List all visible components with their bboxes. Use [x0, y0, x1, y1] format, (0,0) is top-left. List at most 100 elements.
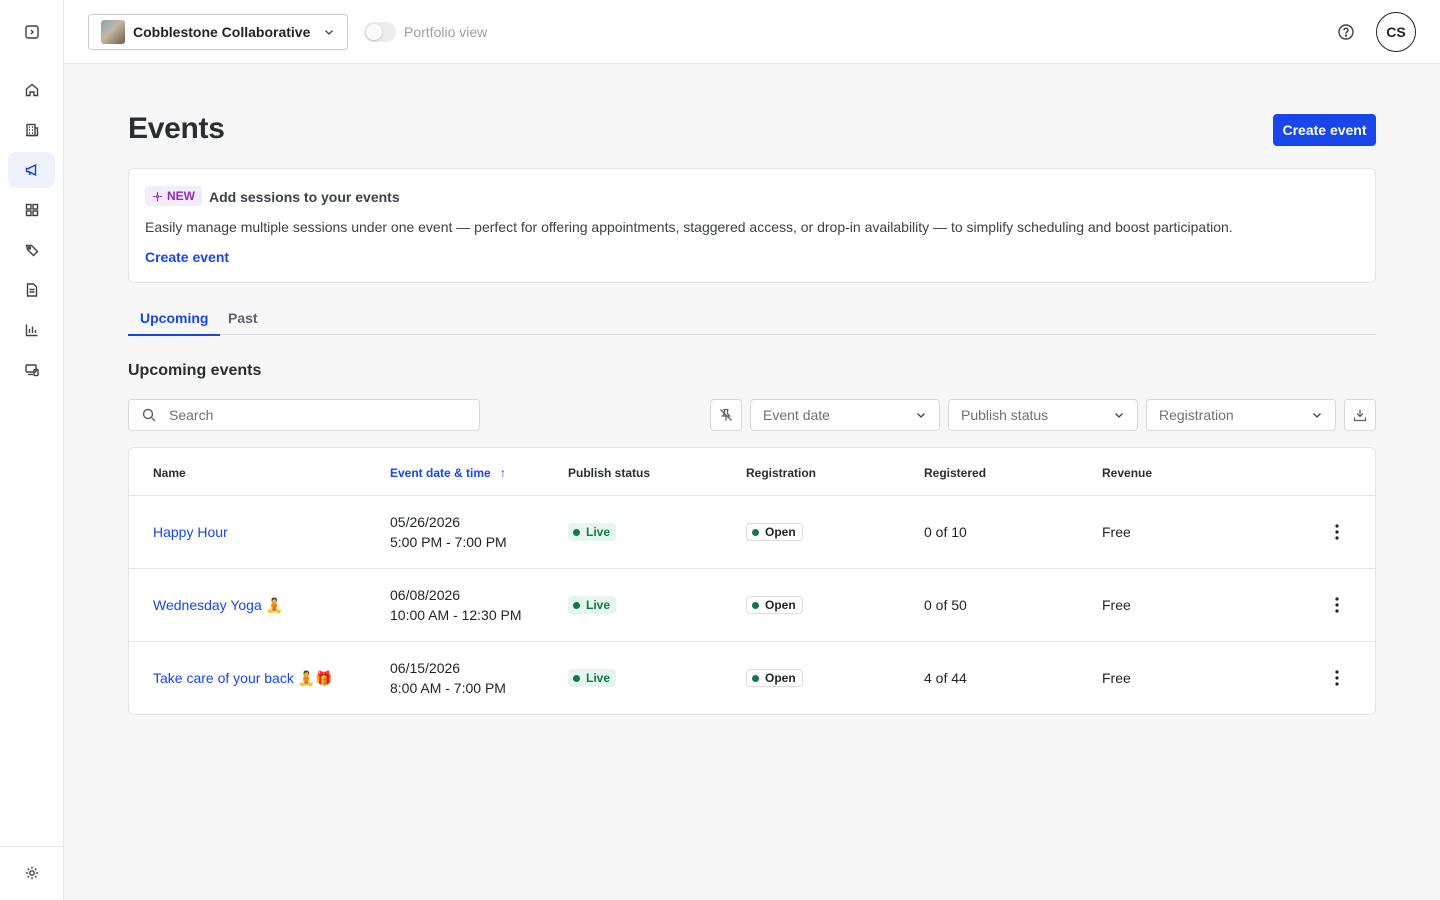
registration-status-label: Open — [765, 671, 796, 685]
column-header-registered[interactable]: Registered — [924, 466, 986, 480]
bar-chart-icon[interactable] — [8, 312, 55, 348]
search-icon — [142, 408, 156, 422]
megaphone-icon[interactable] — [8, 152, 55, 188]
search-field — [128, 399, 480, 431]
page-title: Events — [128, 112, 225, 145]
publish-status-label: Live — [586, 671, 611, 685]
pin-off-icon — [720, 408, 732, 421]
portfolio-view-label: Portfolio view — [404, 24, 488, 40]
column-header-event-date[interactable]: Event date & time ↑ — [390, 466, 506, 480]
publish-status-filter[interactable]: Publish status — [948, 399, 1138, 431]
event-date-filter-label: Event date — [763, 407, 830, 423]
event-date: 06/08/2026 — [390, 587, 461, 603]
property-selector[interactable]: Cobblestone Collaborative — [88, 14, 348, 50]
event-name-link[interactable]: Wednesday Yoga 🧘 — [153, 597, 283, 614]
event-date: 06/15/2026 — [390, 660, 461, 676]
banner-create-event-link[interactable]: Create event — [145, 249, 229, 265]
download-button[interactable] — [1344, 399, 1376, 431]
more-options-icon[interactable] — [1327, 522, 1347, 542]
publish-status-badge: Live — [568, 596, 617, 614]
column-header-registration[interactable]: Registration — [746, 466, 816, 480]
building-icon[interactable] — [8, 112, 55, 148]
event-datetime: 06/08/2026 10:00 AM - 12:30 PM — [390, 585, 522, 625]
chevron-down-icon — [325, 30, 333, 35]
home-icon[interactable] — [8, 72, 55, 108]
event-datetime: 06/15/2026 8:00 AM - 7:00 PM — [390, 658, 506, 698]
sidebar — [0, 0, 64, 900]
gear-icon[interactable] — [8, 855, 55, 891]
registration-status-badge: Open — [746, 669, 803, 687]
tags-icon[interactable] — [8, 232, 55, 268]
registration-status-badge: Open — [746, 523, 803, 541]
devices-icon[interactable] — [8, 352, 55, 388]
search-input[interactable] — [169, 407, 449, 423]
column-header-revenue[interactable]: Revenue — [1102, 466, 1152, 480]
publish-status-label: Live — [586, 525, 611, 539]
apps-grid-icon[interactable] — [8, 192, 55, 228]
event-tabs: Upcoming Past — [127, 300, 1376, 336]
portfolio-view-toggle[interactable] — [364, 22, 396, 42]
banner-title: Add sessions to your events — [209, 189, 400, 205]
property-name: Cobblestone Collaborative — [133, 24, 311, 40]
table-row[interactable]: Happy Hour 05/26/2026 5:00 PM - 7:00 PM … — [129, 495, 1375, 568]
unpin-filter-button[interactable] — [710, 399, 742, 431]
chevron-down-icon — [1115, 413, 1123, 418]
column-header-publish-status[interactable]: Publish status — [568, 466, 650, 480]
sessions-banner: NEW Add sessions to your events Easily m… — [128, 168, 1376, 283]
tab-upcoming[interactable]: Upcoming — [127, 310, 221, 336]
new-badge: NEW — [145, 186, 202, 206]
publish-status-label: Live — [586, 598, 611, 612]
column-header-event-date-label: Event date & time — [390, 466, 491, 480]
event-date: 05/26/2026 — [390, 514, 461, 530]
create-event-button[interactable]: Create event — [1273, 114, 1376, 146]
table-row[interactable]: Take care of your back 🧘🎁 06/15/2026 8:0… — [129, 641, 1375, 714]
event-name-link[interactable]: Take care of your back 🧘🎁 — [153, 670, 333, 687]
event-name-link[interactable]: Happy Hour — [153, 524, 228, 540]
event-time: 8:00 AM - 7:00 PM — [390, 680, 506, 696]
table-row[interactable]: Wednesday Yoga 🧘 06/08/2026 10:00 AM - 1… — [129, 568, 1375, 641]
help-icon[interactable] — [1336, 22, 1356, 42]
sidebar-divider — [0, 846, 64, 847]
property-thumbnail — [101, 20, 125, 44]
document-icon[interactable] — [8, 272, 55, 308]
event-time: 10:00 AM - 12:30 PM — [390, 607, 522, 623]
registered-count: 4 of 44 — [924, 670, 967, 686]
revenue-value: Free — [1102, 597, 1131, 613]
revenue-value: Free — [1102, 524, 1131, 540]
banner-text: Easily manage multiple sessions under on… — [145, 219, 1233, 235]
registered-count: 0 of 50 — [924, 597, 967, 613]
section-title: Upcoming events — [128, 362, 262, 379]
tab-past[interactable]: Past — [228, 310, 258, 335]
chevron-down-icon — [917, 413, 925, 418]
registration-status-label: Open — [765, 598, 796, 612]
status-dot — [752, 601, 759, 609]
new-badge-label: NEW — [167, 189, 195, 203]
topbar: Cobblestone Collaborative Portfolio view… — [64, 0, 1440, 64]
registration-filter-label: Registration — [1159, 407, 1234, 423]
status-dot — [573, 674, 580, 682]
event-datetime: 05/26/2026 5:00 PM - 7:00 PM — [390, 512, 507, 552]
registered-count: 0 of 10 — [924, 524, 967, 540]
sort-ascending-icon: ↑ — [500, 466, 507, 480]
event-date-filter[interactable]: Event date — [750, 399, 940, 431]
publish-status-badge: Live — [568, 669, 617, 687]
column-header-name[interactable]: Name — [153, 466, 186, 480]
chevron-down-icon — [1313, 413, 1321, 418]
events-table: Name Event date & time ↑ Publish status … — [128, 447, 1376, 715]
registration-status-label: Open — [765, 525, 796, 539]
registration-status-badge: Open — [746, 596, 803, 614]
more-options-icon[interactable] — [1327, 668, 1347, 688]
revenue-value: Free — [1102, 670, 1131, 686]
user-avatar[interactable]: CS — [1376, 12, 1416, 52]
registration-filter[interactable]: Registration — [1146, 399, 1336, 431]
status-dot — [573, 528, 580, 536]
event-time: 5:00 PM - 7:00 PM — [390, 534, 507, 550]
status-dot — [752, 674, 759, 682]
sidebar-toggle-icon[interactable] — [8, 14, 55, 50]
sparkle-icon — [152, 191, 163, 201]
status-dot — [752, 528, 759, 536]
download-icon — [1353, 409, 1367, 422]
status-dot — [573, 601, 580, 609]
publish-status-badge: Live — [568, 523, 617, 541]
more-options-icon[interactable] — [1327, 595, 1347, 615]
